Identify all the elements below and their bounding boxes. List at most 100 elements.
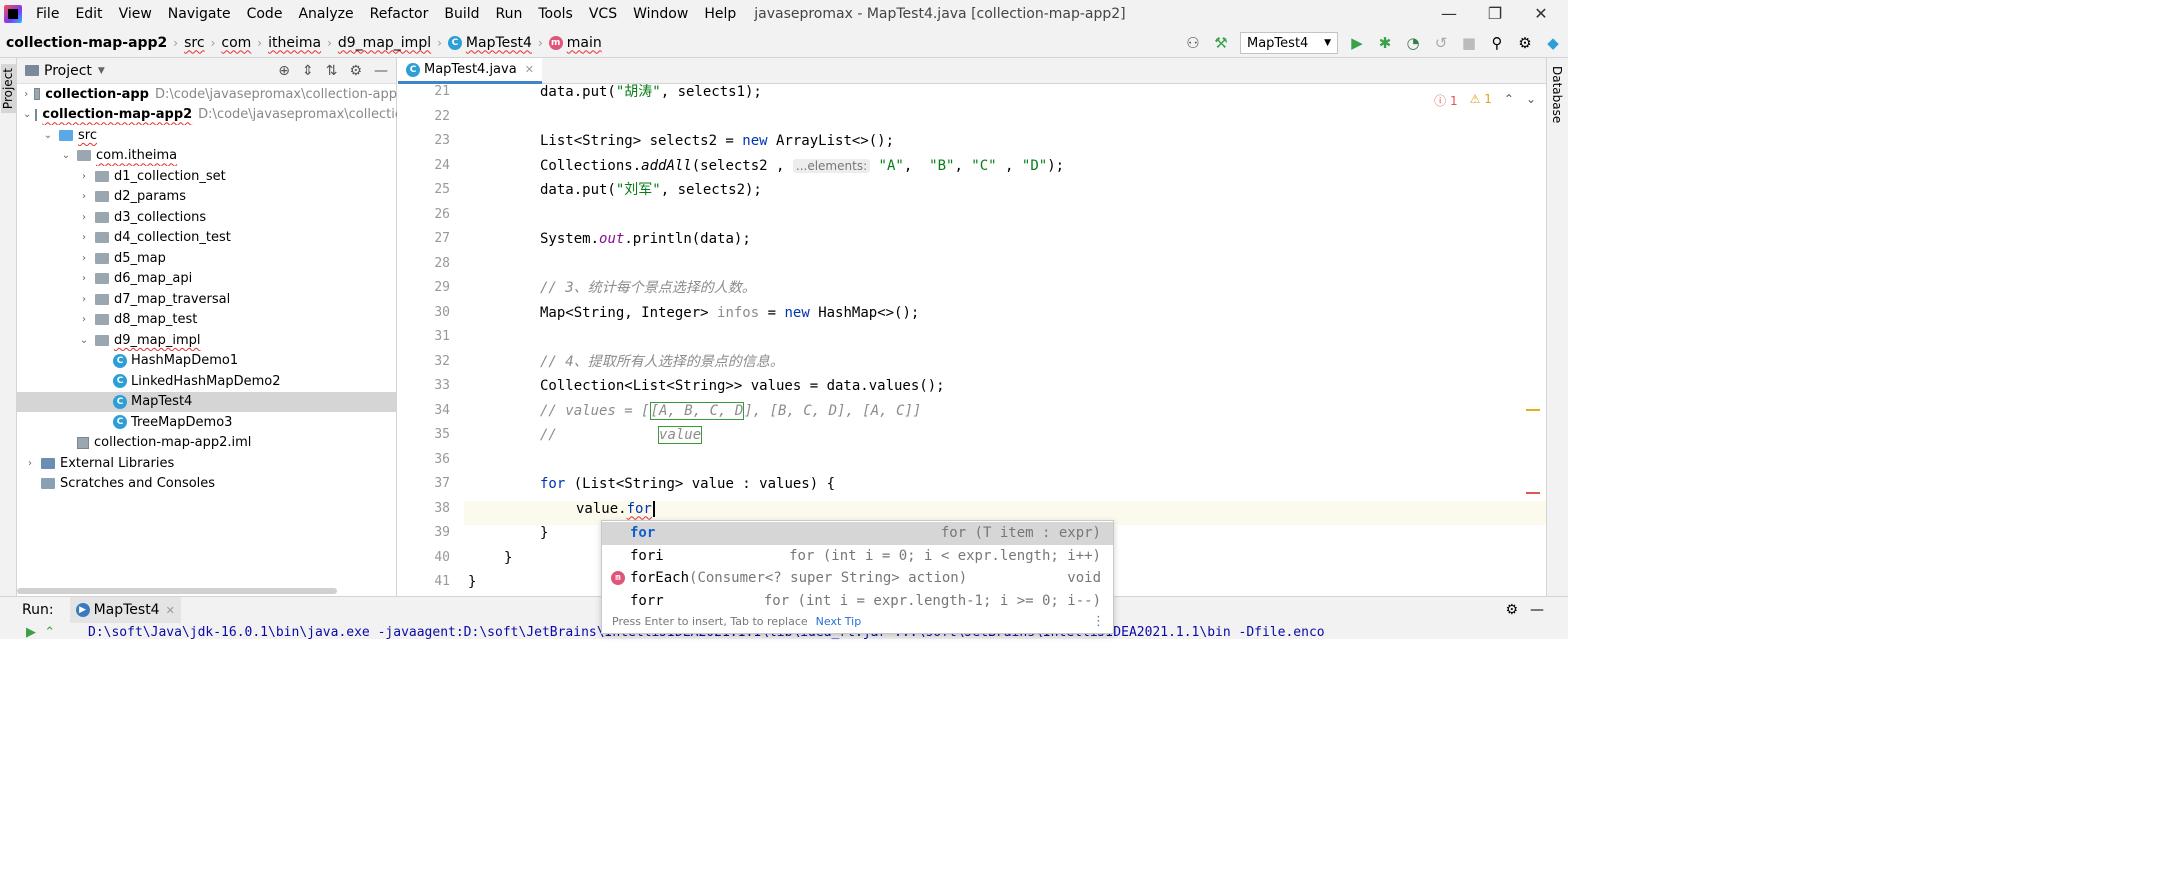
- tree-item[interactable]: C LinkedHashMapDemo2: [17, 371, 397, 392]
- tree-item[interactable]: C MapTest4: [17, 391, 397, 412]
- database-tool-tab[interactable]: Database: [1550, 66, 1564, 123]
- line-number: 21: [434, 84, 450, 99]
- project-view-title[interactable]: Project: [44, 63, 92, 79]
- tree-item[interactable]: › d5_map: [17, 248, 397, 269]
- restore-icon[interactable]: ❐: [1472, 0, 1518, 28]
- run-settings-icon[interactable]: ⚙: [1505, 602, 1518, 618]
- run-tab-maptest4[interactable]: ▶ MapTest4 ✕: [69, 597, 181, 623]
- menu-file[interactable]: File: [28, 0, 67, 28]
- tree-item[interactable]: › d4_collection_test: [17, 228, 397, 249]
- run-config-select[interactable]: MapTest4 ▼: [1240, 32, 1338, 54]
- locate-icon[interactable]: ⊕: [278, 63, 290, 79]
- tree-arrow-icon[interactable]: ⌄: [77, 335, 91, 346]
- completion-item-fori[interactable]: fori for (int i = 0; i < expr.length; i+…: [602, 545, 1113, 568]
- tree-arrow-icon[interactable]: ⌄: [23, 109, 31, 120]
- chevron-down-icon[interactable]: ▼: [98, 66, 105, 76]
- debug-icon[interactable]: ✱: [1376, 34, 1394, 52]
- coverage-icon[interactable]: ◔: [1404, 34, 1422, 52]
- tab-maptest4[interactable]: C MapTest4.java ✕: [398, 58, 542, 84]
- hide-icon[interactable]: —: [374, 63, 388, 79]
- collapse-all-icon[interactable]: ⇅: [326, 63, 338, 79]
- menu-bar: File Edit View Navigate Code Analyze Ref…: [0, 0, 1568, 28]
- minimize-icon[interactable]: —: [1426, 0, 1472, 28]
- folder-icon: [95, 293, 109, 305]
- tree-arrow-icon[interactable]: ›: [77, 253, 91, 264]
- menu-build[interactable]: Build: [436, 0, 487, 28]
- project-tool-tab[interactable]: Project: [1, 64, 16, 114]
- menu-refactor[interactable]: Refactor: [362, 0, 437, 28]
- breadcrumb-project[interactable]: collection-map-app2: [6, 35, 167, 51]
- menu-view[interactable]: View: [111, 0, 160, 28]
- breadcrumb-method[interactable]: main: [567, 35, 602, 51]
- run-tab-close-icon[interactable]: ✕: [166, 604, 175, 617]
- inspection-widget[interactable]: ⓘ 1 ⚠ 1 ⌃ ⌄: [1434, 92, 1536, 109]
- run-hide-icon[interactable]: —: [1530, 602, 1544, 618]
- tree-arrow-icon[interactable]: ›: [77, 232, 91, 243]
- gear-icon[interactable]: ⚙: [349, 63, 362, 79]
- completion-item-foreach[interactable]: m forEach (Consumer<? super String> acti…: [602, 567, 1113, 590]
- settings-icon[interactable]: ⚙: [1516, 34, 1534, 52]
- breadcrumb-src[interactable]: src: [184, 35, 204, 51]
- expand-all-icon[interactable]: ⇕: [302, 63, 314, 79]
- tree-item[interactable]: ⌄ src: [17, 125, 397, 146]
- breadcrumb-com[interactable]: com: [221, 35, 251, 51]
- tree-arrow-icon[interactable]: ›: [77, 191, 91, 202]
- tree-arrow-icon[interactable]: ›: [23, 458, 37, 469]
- code-completion-popup[interactable]: for for (T item : expr) fori for (int i …: [601, 520, 1114, 634]
- rerun-icon[interactable]: ▶ ⌃: [26, 625, 55, 640]
- breadcrumb-itheima[interactable]: itheima: [268, 35, 321, 51]
- build-hammer-icon[interactable]: ⚒: [1212, 34, 1230, 52]
- menu-code[interactable]: Code: [239, 0, 291, 28]
- tree-arrow-icon[interactable]: ›: [77, 212, 91, 223]
- menu-analyze[interactable]: Analyze: [290, 0, 361, 28]
- menu-vcs[interactable]: VCS: [581, 0, 625, 28]
- tree-arrow-icon[interactable]: ›: [77, 273, 91, 284]
- tree-item[interactable]: › collection-app D:\code\javasepromax\coll…: [17, 84, 397, 105]
- tree-item-label: collection-map-app2: [42, 107, 193, 123]
- tree-item[interactable]: › d7_map_traversal: [17, 289, 397, 310]
- tree-item[interactable]: › d3_collections: [17, 207, 397, 228]
- profile-icon[interactable]: ↺: [1432, 34, 1450, 52]
- toolbox-icon[interactable]: ◆: [1544, 34, 1562, 52]
- tree-item[interactable]: › External Libraries: [17, 453, 397, 474]
- completion-item-for[interactable]: for for (T item : expr): [602, 522, 1113, 545]
- tree-arrow-icon[interactable]: ⌄: [41, 130, 55, 141]
- navigation-bar: collection-map-app2 › src › com › itheima ›…: [0, 28, 1568, 58]
- close-icon[interactable]: ✕: [1518, 0, 1564, 28]
- tree-item[interactable]: › d8_map_test: [17, 310, 397, 331]
- tree-item[interactable]: C TreeMapDemo3: [17, 412, 397, 433]
- horizontal-scrollbar[interactable]: [17, 588, 337, 594]
- tree-item[interactable]: C HashMapDemo1: [17, 351, 397, 372]
- more-icon[interactable]: ⋮: [1092, 614, 1105, 629]
- tree-arrow-icon[interactable]: ›: [77, 294, 91, 305]
- tree-item[interactable]: › d1_collection_set: [17, 166, 397, 187]
- search-icon[interactable]: ⚲: [1488, 34, 1506, 52]
- tree-item-label: src: [78, 127, 97, 143]
- tree-arrow-icon[interactable]: ›: [77, 314, 91, 325]
- menu-help[interactable]: Help: [696, 0, 744, 28]
- tree-arrow-icon[interactable]: ⌄: [59, 150, 73, 161]
- breadcrumb-class[interactable]: MapTest4: [466, 35, 532, 51]
- tree-item[interactable]: › d2_params: [17, 187, 397, 208]
- tree-item[interactable]: collection-map-app2.iml: [17, 433, 397, 454]
- tree-arrow-icon[interactable]: ›: [23, 89, 30, 100]
- menu-run[interactable]: Run: [488, 0, 531, 28]
- tree-item[interactable]: Scratches and Consoles: [17, 474, 397, 495]
- tree-item[interactable]: ⌄ com.itheima: [17, 146, 397, 167]
- tree-item[interactable]: ⌄ d9_map_impl: [17, 330, 397, 351]
- warning-marker[interactable]: [1526, 409, 1540, 411]
- run-icon[interactable]: ▶: [1348, 34, 1366, 52]
- error-marker[interactable]: [1526, 492, 1540, 494]
- menu-navigate[interactable]: Navigate: [160, 0, 239, 28]
- tree-item[interactable]: ⌄ collection-map-app2 D:\code\javasepromax…: [17, 105, 397, 126]
- next-tip-link[interactable]: Next Tip: [816, 615, 862, 628]
- menu-tools[interactable]: Tools: [530, 0, 581, 28]
- menu-edit[interactable]: Edit: [67, 0, 110, 28]
- tab-close-icon[interactable]: ✕: [525, 63, 534, 76]
- user-icon[interactable]: ⚇: [1184, 34, 1202, 52]
- stop-icon[interactable]: ■: [1460, 34, 1478, 52]
- tree-arrow-icon[interactable]: ›: [77, 171, 91, 182]
- menu-window[interactable]: Window: [625, 0, 696, 28]
- breadcrumb-package[interactable]: d9_map_impl: [338, 35, 431, 51]
- tree-item[interactable]: › d6_map_api: [17, 269, 397, 290]
